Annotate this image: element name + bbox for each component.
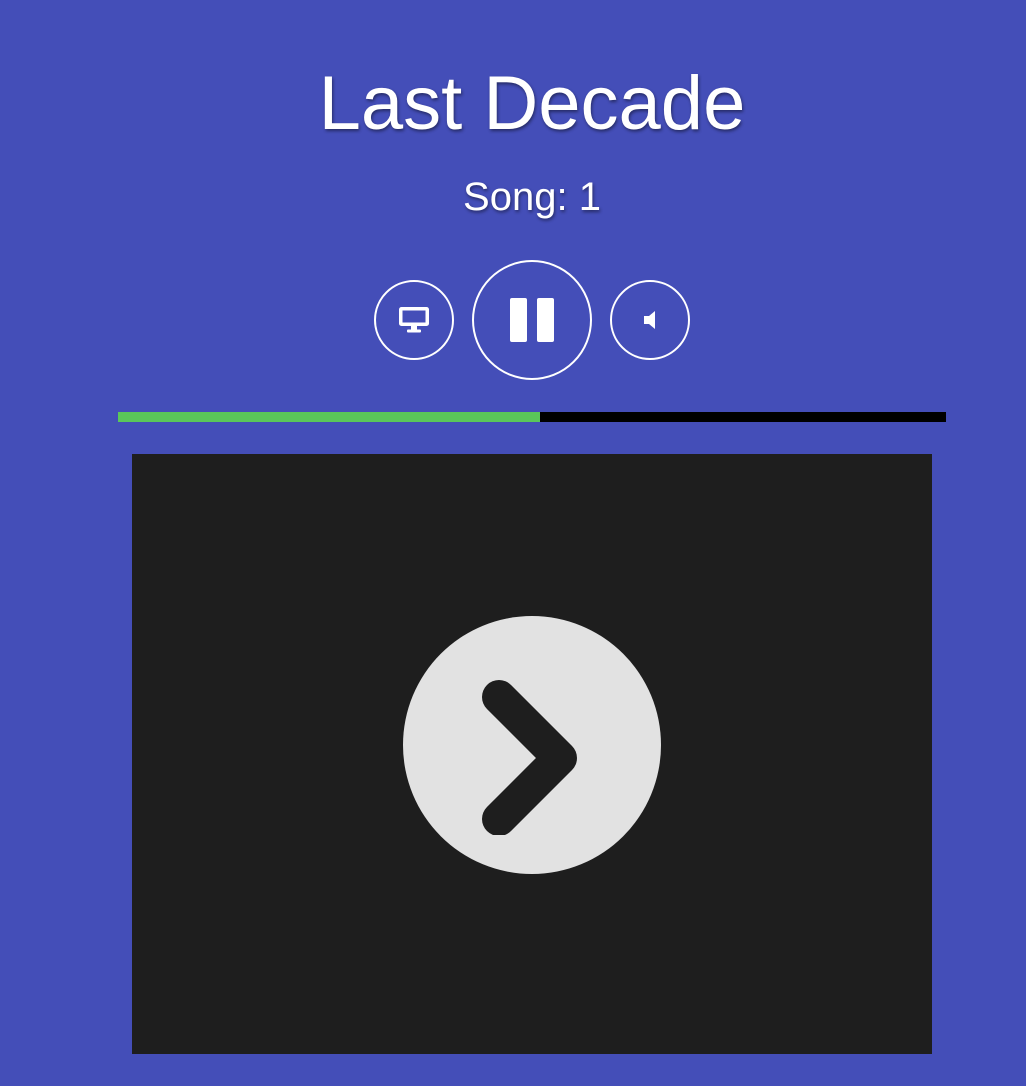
video-player[interactable] (132, 454, 932, 1054)
pause-icon (510, 298, 554, 342)
player-page: Last Decade Song: 1 (0, 0, 1026, 1086)
monitor-icon (399, 307, 429, 333)
page-title: Last Decade (318, 61, 746, 146)
next-button[interactable] (403, 616, 661, 874)
volume-button[interactable] (610, 280, 690, 360)
progress-fill (118, 412, 541, 422)
song-counter: Song: 1 (463, 175, 601, 219)
progress-bar[interactable] (118, 412, 946, 422)
screen-button[interactable] (374, 280, 454, 360)
speaker-icon (644, 311, 655, 329)
chevron-right-icon (482, 680, 577, 835)
pause-button[interactable] (472, 260, 592, 380)
